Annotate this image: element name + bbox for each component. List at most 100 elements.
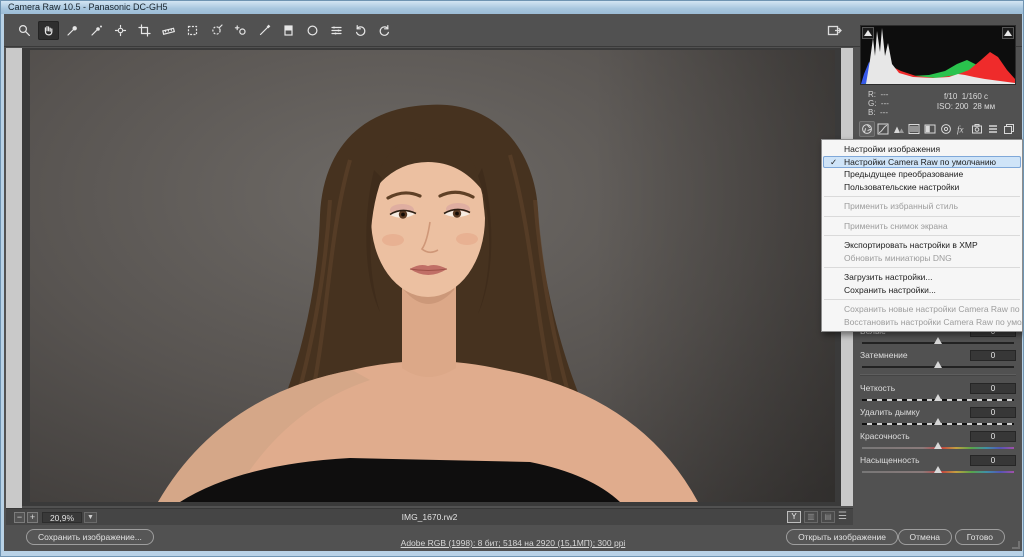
menu-separator [824, 299, 1020, 300]
preview-status-bar: − + 20,9% ▼ IMG_1670.rw2 Y ▥ ▤ ☰ [6, 508, 853, 525]
panel-context-menu: Настройки изображения ✓ Настройки Camera R… [821, 139, 1023, 332]
crop-tool[interactable] [134, 21, 155, 40]
adjustment-tabs: fx [860, 122, 1016, 137]
tab-snapshots[interactable] [1002, 122, 1016, 136]
left-gutter [6, 48, 22, 525]
tab-detail[interactable] [892, 122, 906, 136]
menu-item[interactable]: Сохранить настройки... [822, 284, 1022, 297]
slider-handle[interactable] [934, 361, 942, 368]
action-bar: Сохранить изображение... Adobe RGB (1998… [4, 525, 1022, 551]
slider-track[interactable] [862, 394, 1014, 401]
rotate-left-tool[interactable] [350, 21, 371, 40]
menu-item-label: Сохранить настройки... [844, 284, 936, 295]
client-area: − + 20,9% ▼ IMG_1670.rw2 Y ▥ ▤ ☰ R: --- … [4, 14, 1023, 551]
preview-settings-menu-icon[interactable]: ☰ [838, 511, 847, 523]
done-button[interactable]: Готово [954, 529, 1005, 545]
targeted-adjustment-tool[interactable] [110, 21, 131, 40]
rgb-g-value: --- [880, 99, 889, 108]
titlebar[interactable]: Camera Raw 10.5 - Panasonic DC-GH5 [1, 1, 1023, 14]
slider-track[interactable] [862, 418, 1014, 425]
red-eye-tool[interactable] [230, 21, 251, 40]
before-after-split-button: ▤ [821, 511, 836, 523]
slider-value-input[interactable]: 0 [970, 454, 1016, 466]
tab-hsl-grayscale[interactable] [907, 122, 921, 136]
exif-info: R: --- G: --- B: --- f/10 1/160 c ISO: 2… [868, 90, 996, 117]
adjustment-brush-tool[interactable] [254, 21, 275, 40]
menu-item-label: Применить избранный стиль [844, 201, 959, 211]
menu-item-label: Пользовательские настройки [844, 181, 960, 192]
tab-basic[interactable] [860, 122, 874, 136]
rotate-right-tool[interactable] [374, 21, 395, 40]
window-title: Camera Raw 10.5 - Panasonic DC-GH5 [8, 2, 168, 12]
slider-value-input[interactable]: 0 [970, 406, 1016, 418]
menu-item[interactable]: Экспортировать настройки в XMP [822, 239, 1022, 252]
menu-item[interactable]: Пользовательские настройки [822, 181, 1022, 194]
portrait-image [30, 50, 835, 502]
tab-camera-calibration[interactable] [971, 122, 985, 136]
slider-separator [860, 374, 1016, 376]
slider-track[interactable] [862, 361, 1014, 368]
menu-item-label: Настройки изображения [844, 144, 941, 154]
highlight-clipping-icon[interactable] [1002, 27, 1014, 39]
toggle-fullscreen-icon[interactable] [824, 22, 844, 39]
histogram [860, 25, 1016, 85]
slider-label: Затемнение [860, 350, 908, 360]
sliders-section: Белые0Затемнение0Четкость0Удалить дымку0… [860, 309, 1016, 478]
slider-value-input[interactable]: 0 [970, 382, 1016, 394]
transform-tool[interactable] [182, 21, 203, 40]
radial-filter-tool[interactable] [302, 21, 323, 40]
before-after-left-button: ▥ [804, 511, 819, 523]
menu-item: Применить снимок экрана [822, 220, 1022, 233]
shadow-clipping-icon[interactable] [862, 27, 874, 39]
slider-row: Удалить дымку 0 [860, 406, 1016, 427]
slider-value-input[interactable]: 0 [970, 349, 1016, 361]
menu-item: Обновить миниатюры DNG [822, 252, 1022, 265]
svg-text:fx: fx [957, 125, 964, 135]
slider-row: Красочность 0 [860, 430, 1016, 451]
slider-value-input[interactable]: 0 [970, 430, 1016, 442]
slider-handle[interactable] [934, 418, 942, 425]
white-balance-tool[interactable] [62, 21, 83, 40]
straighten-tool[interactable] [158, 21, 179, 40]
preferences-tool[interactable] [326, 21, 347, 40]
filename: IMG_1670.rw2 [401, 512, 458, 522]
open-image-button[interactable]: Открыть изображение [786, 529, 898, 545]
checkmark-icon: ✓ [830, 156, 838, 167]
slider-row: Насыщенность 0 [860, 454, 1016, 475]
slider-track[interactable] [862, 337, 1014, 344]
tab-presets[interactable] [986, 122, 1000, 136]
shutter-value: 1/160 c [961, 92, 989, 101]
slider-handle[interactable] [934, 442, 942, 449]
graduated-filter-tool[interactable] [278, 21, 299, 40]
cancel-button[interactable]: Отмена [897, 529, 952, 545]
menu-item[interactable]: Загрузить настройки... [822, 271, 1022, 284]
spot-removal-tool[interactable] [206, 21, 227, 40]
hand-tool[interactable] [38, 21, 59, 40]
menu-item[interactable]: ✓ Настройки Camera Raw по умолчанию [823, 155, 1021, 168]
menu-item-label: Предыдущее преобразование [844, 169, 964, 179]
slider-track[interactable] [862, 442, 1014, 449]
slider-track[interactable] [862, 466, 1014, 473]
photo-preview[interactable] [30, 50, 835, 502]
menu-item[interactable]: Настройки изображения [822, 143, 1022, 156]
menu-item: Сохранить новые настройки Camera Raw по … [822, 303, 1022, 316]
slider-handle[interactable] [934, 466, 942, 473]
tool-buttons [14, 21, 395, 40]
menu-item-label: Восстановить настройки Camera Raw по умо… [844, 316, 1022, 327]
preview-toggle-button[interactable]: Y [787, 511, 802, 523]
resize-grip[interactable] [1012, 541, 1020, 549]
slider-handle[interactable] [934, 394, 942, 401]
color-sampler-tool[interactable] [86, 21, 107, 40]
zoom-tool[interactable] [14, 21, 35, 40]
slider-row: Четкость 0 [860, 382, 1016, 403]
slider-label: Четкость [860, 383, 896, 393]
menu-item[interactable]: Предыдущее преобразование [822, 168, 1022, 181]
tab-lens-corrections[interactable] [939, 122, 953, 136]
tab-tone-curve[interactable] [876, 122, 890, 136]
menu-item-label: Экспортировать настройки в XMP [844, 240, 978, 250]
preview-canvas[interactable] [22, 48, 841, 506]
tab-split-toning[interactable] [923, 122, 937, 136]
slider-handle[interactable] [934, 337, 942, 344]
menu-item: Применить избранный стиль [822, 200, 1022, 213]
tab-effects[interactable]: fx [955, 122, 969, 136]
